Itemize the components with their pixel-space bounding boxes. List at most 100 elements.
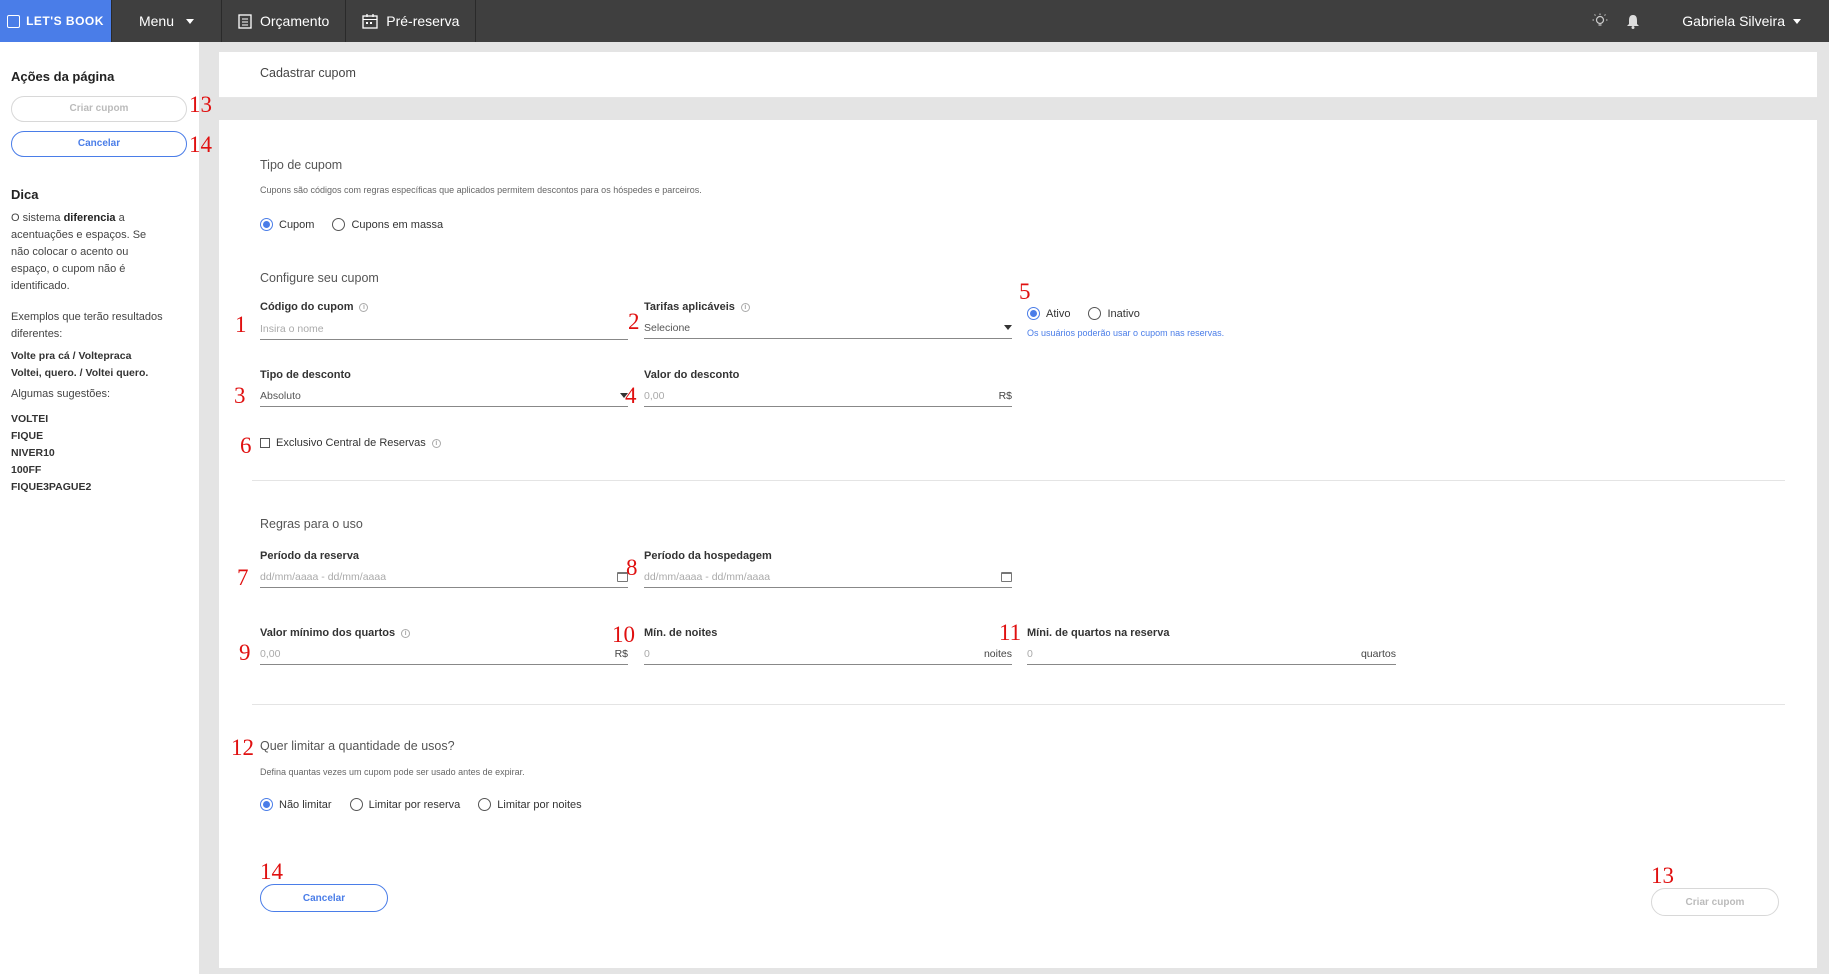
marker-6: 6	[240, 433, 252, 458]
divider	[252, 480, 1785, 481]
sidebar-title: Ações da página	[11, 69, 115, 84]
page-title: Cadastrar cupom	[260, 66, 356, 80]
status-radio-group: Ativo Inativo	[1027, 307, 1140, 320]
example-item: Voltei, quero. / Voltei quero.	[11, 367, 149, 379]
marker-14: 14	[189, 132, 212, 157]
marker-12: 12	[231, 735, 254, 760]
codigo-input[interactable]: Insira o nome	[260, 318, 628, 340]
nav-orcamento-label: Orçamento	[260, 13, 330, 29]
menu-button[interactable]: Menu	[111, 0, 222, 42]
chevron-down-icon	[186, 18, 195, 24]
marker-11: 11	[999, 620, 1022, 645]
tip-text: O sistema diferencia a acentuações e esp…	[11, 212, 147, 292]
section-title-limite: Quer limitar a quantidade de usos?	[260, 739, 455, 753]
brand-logo[interactable]: LET'S BOOK	[0, 0, 111, 42]
user-menu[interactable]: Gabriela Silveira	[1682, 13, 1801, 29]
radio-ativo[interactable]: Ativo	[1027, 307, 1070, 320]
suggestion-item: FIQUE	[11, 430, 44, 442]
min-noites-label: Mín. de noites	[644, 627, 718, 639]
radio-empty-icon	[349, 798, 363, 811]
sidebar-cancel-button[interactable]: Cancelar	[11, 131, 187, 157]
tipo-desconto-select[interactable]: Absoluto	[260, 385, 628, 407]
section-desc-limite: Defina quantas vezes um cupom pode ser u…	[260, 767, 525, 777]
divider	[252, 704, 1785, 705]
tarifas-select[interactable]: Selecione	[644, 317, 1012, 339]
section-title-regras: Regras para o uso	[260, 517, 363, 531]
create-coupon-button[interactable]: Criar cupom	[1651, 888, 1779, 916]
radio-inativo[interactable]: Inativo	[1088, 307, 1140, 320]
min-quartos-label: Míni. de quartos na reserva	[1027, 627, 1170, 639]
marker-4: 4	[625, 383, 637, 408]
periodo-hospedagem-input[interactable]: dd/mm/aaaa - dd/mm/aaaa	[644, 566, 1012, 588]
lightbulb-icon[interactable]	[1592, 13, 1608, 29]
periodo-reserva-input[interactable]: dd/mm/aaaa - dd/mm/aaaa	[260, 566, 628, 588]
chevron-down-icon	[1004, 325, 1012, 330]
suggestion-item: NIVER10	[11, 447, 55, 459]
marker-1: 1	[235, 312, 247, 337]
radio-selected-icon	[260, 798, 273, 811]
radio-empty-icon	[478, 798, 492, 811]
radio-selected-icon	[260, 218, 273, 231]
logo-icon	[7, 14, 21, 28]
section-desc-tipo-cupom: Cupons são códigos com regras específica…	[260, 185, 702, 195]
section-title-config: Configure seu cupom	[260, 271, 379, 285]
section-title-tipo-cupom: Tipo de cupom	[260, 158, 343, 172]
cancel-button[interactable]: Cancelar	[260, 884, 388, 912]
info-icon[interactable]: i	[401, 628, 411, 638]
exclusivo-checkbox-row[interactable]: Exclusivo Central de Reservas i	[260, 437, 441, 449]
radio-selected-icon	[1027, 307, 1040, 320]
info-icon[interactable]: i	[359, 302, 369, 312]
min-noites-input[interactable]: 0 noites	[644, 643, 1012, 665]
suggestion-item: VOLTEI	[11, 413, 49, 425]
nav-orcamento[interactable]: Orçamento	[222, 0, 347, 42]
brand-name: LET'S BOOK	[26, 14, 104, 28]
nav-pre-reserva[interactable]: Pré-reserva	[346, 0, 477, 42]
marker-8: 8	[626, 555, 638, 580]
marker-3: 3	[234, 383, 246, 408]
sidebar-create-coupon-button[interactable]: Criar cupom	[11, 96, 187, 122]
radio-cupons-em-massa[interactable]: Cupons em massa	[332, 218, 443, 231]
radio-empty-icon	[1088, 307, 1102, 320]
bell-icon[interactable]	[1626, 14, 1640, 29]
marker-13: 13	[189, 92, 212, 117]
marker-7: 7	[237, 565, 249, 590]
info-icon[interactable]: i	[431, 438, 441, 448]
marker-14: 14	[260, 859, 283, 884]
suggestion-item: FIQUE3PAGUE2	[11, 481, 92, 493]
valor-desconto-label: Valor do desconto	[644, 369, 740, 381]
top-bar: LET'S BOOK Menu Orçamento Pré-reserva Ga…	[0, 0, 1829, 42]
tip-title: Dica	[11, 187, 39, 202]
periodo-hospedagem-label: Período da hospedagem	[644, 550, 772, 562]
status-hint: Os usuários poderão usar o cupom nas res…	[1027, 328, 1225, 338]
marker-9: 9	[239, 640, 251, 665]
radio-limitar-reserva[interactable]: Limitar por reserva	[349, 798, 460, 811]
menu-label: Menu	[138, 13, 175, 29]
radio-limitar-noites[interactable]: Limitar por noites	[478, 798, 582, 811]
valor-desconto-input[interactable]: 0,00 R$	[644, 385, 1012, 407]
suggestions-intro: Algumas sugestões:	[11, 388, 111, 400]
marker-2: 2	[628, 309, 640, 334]
limit-radio-group: Não limitar Limitar por reserva Limitar …	[260, 798, 582, 811]
nav-pre-reserva-label: Pré-reserva	[386, 13, 460, 29]
examples-intro: Exemplos que terão resultados diferentes…	[11, 311, 163, 340]
valor-minimo-label: Valor mínimo dos quartos i	[260, 627, 411, 639]
coupon-type-radio-group: Cupom Cupons em massa	[260, 218, 443, 231]
sidebar: Ações da página Criar cupom Cancelar Dic…	[0, 42, 199, 974]
example-item: Volte pra cá / Voltepraca	[11, 350, 132, 362]
info-icon[interactable]: i	[740, 302, 750, 312]
radio-nao-limitar[interactable]: Não limitar	[260, 798, 332, 811]
valor-minimo-input[interactable]: 0,00 R$	[260, 643, 628, 665]
exclusivo-checkbox[interactable]	[260, 438, 270, 448]
user-name: Gabriela Silveira	[1682, 13, 1785, 29]
document-icon	[238, 13, 252, 29]
tarifas-label: Tarifas aplicáveis i	[644, 301, 750, 313]
page-header: Cadastrar cupom	[219, 52, 1817, 98]
suggestion-item: 100FF	[11, 464, 42, 476]
radio-cupom[interactable]: Cupom	[260, 218, 314, 231]
calendar-icon	[362, 13, 378, 29]
calendar-icon[interactable]	[1001, 571, 1012, 582]
radio-empty-icon	[332, 218, 346, 231]
min-quartos-input[interactable]: 0 quartos	[1027, 643, 1396, 665]
marker-13: 13	[1651, 863, 1674, 888]
periodo-reserva-label: Período da reserva	[260, 550, 360, 562]
